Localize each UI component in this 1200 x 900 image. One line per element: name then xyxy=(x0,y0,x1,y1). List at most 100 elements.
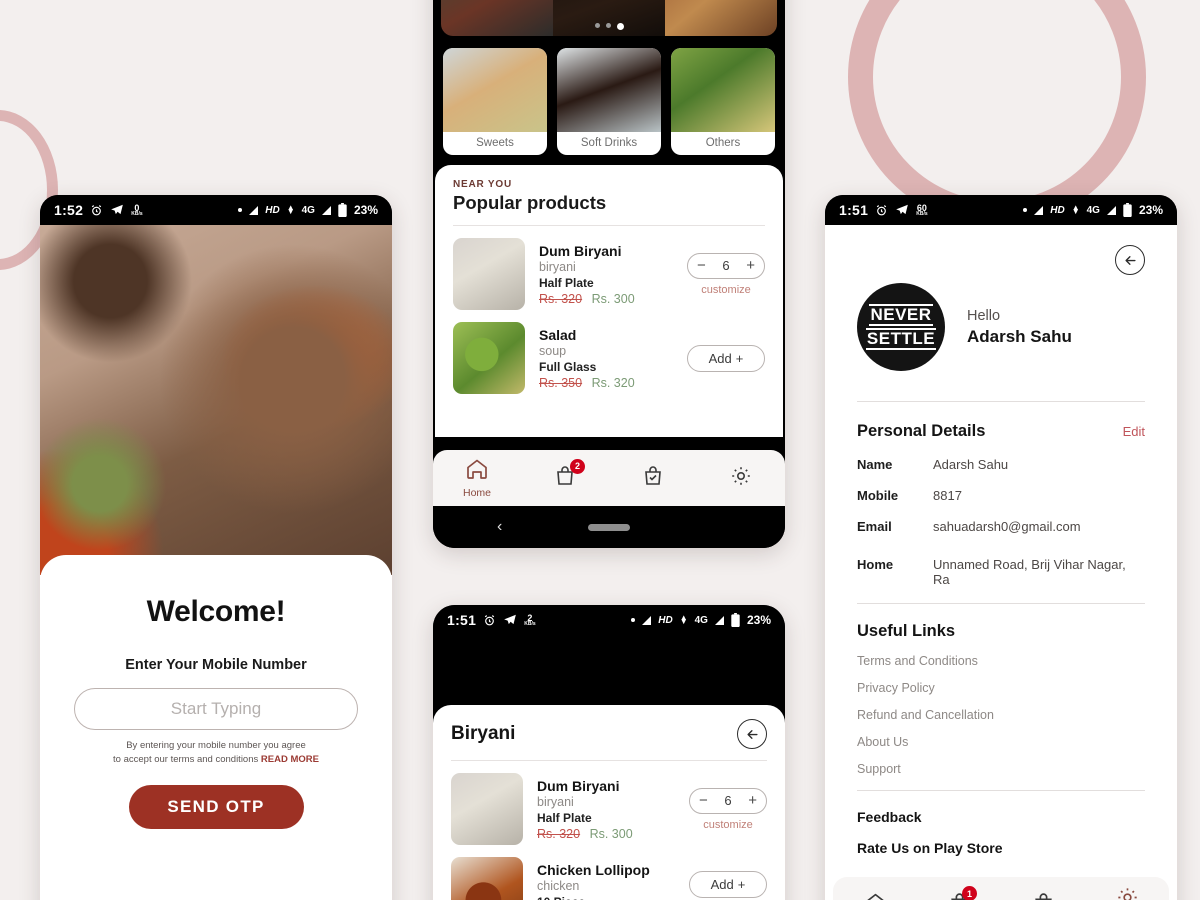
cart-badge: 1 xyxy=(962,886,977,900)
link-refund-and-cancellation[interactable]: Refund and Cancellation xyxy=(857,708,1145,722)
product-row[interactable]: Dum Biryani biryani Half Plate Rs. 320 R… xyxy=(453,226,765,310)
product-actions: − 6 + customize xyxy=(687,252,765,296)
decrement-button[interactable]: − xyxy=(699,792,708,809)
detail-key: Home xyxy=(857,557,894,572)
nav-item-settings[interactable]: Settings xyxy=(1085,885,1169,900)
carousel-dot[interactable] xyxy=(605,23,611,28)
signal-icon xyxy=(249,205,259,215)
detail-row: Email sahuadarsh0@gmail.com xyxy=(857,519,1145,534)
product-name: Salad xyxy=(539,326,577,343)
phone-mockup-biryani: 1:51 2 KB/s HD ▲ ▼ 4G 23% Biryani Dum Bi… xyxy=(433,605,785,900)
quantity-value: 6 xyxy=(722,258,730,273)
carousel-dots xyxy=(441,23,777,30)
read-more-link[interactable]: READ MORE xyxy=(261,754,319,765)
telegram-icon xyxy=(895,203,909,217)
product-prices: Rs. 350 Rs. 320 xyxy=(539,376,687,390)
rate-us-link[interactable]: Rate Us on Play Store xyxy=(857,840,1145,856)
feedback-link[interactable]: Feedback xyxy=(857,809,1145,825)
biryani-hero-image xyxy=(40,225,392,575)
data-transfer-icon: ▲ ▼ xyxy=(679,613,688,626)
others-image xyxy=(671,48,775,132)
page-title: Welcome! xyxy=(146,595,286,628)
signal-icon xyxy=(1034,205,1044,215)
back-arrow-icon[interactable] xyxy=(1115,245,1145,275)
battery-icon xyxy=(338,203,347,217)
carousel-slide[interactable] xyxy=(441,0,553,36)
nav-item-cart[interactable]: 1 xyxy=(917,886,1001,900)
nav-item-orders[interactable] xyxy=(609,464,697,493)
android-back-button[interactable]: ‹ xyxy=(497,518,502,536)
carousel-dot[interactable] xyxy=(594,23,600,28)
nav-item-orders[interactable] xyxy=(1001,891,1085,900)
back-arrow-icon[interactable] xyxy=(737,719,767,749)
telegram-icon xyxy=(503,613,517,627)
status-bar: 1:52 0 KB/s HD ▲ ▼ 4G 23% xyxy=(40,195,392,225)
product-row[interactable]: Chicken Lollipop chicken 10 Piece Rs. 18… xyxy=(451,845,767,900)
product-row[interactable]: Dum Biryani biryani Half Plate Rs. 320 R… xyxy=(451,761,767,845)
mobile-number-input[interactable] xyxy=(74,688,358,730)
section-title: Popular products xyxy=(453,192,607,213)
profile-header: NEVER SETTLE Hello Adarsh Sahu xyxy=(857,283,1145,371)
detail-row: Mobile 8817 xyxy=(857,488,1145,503)
product-info: Dum Biryani biryani Half Plate Rs. 320 R… xyxy=(523,778,689,841)
category-card-sweets[interactable]: Sweets xyxy=(443,48,547,155)
increment-button[interactable]: + xyxy=(748,792,757,809)
category-label: Others xyxy=(705,137,741,149)
increment-button[interactable]: + xyxy=(746,257,755,274)
link-about-us[interactable]: About Us xyxy=(857,735,1145,749)
nav-item-settings[interactable] xyxy=(697,464,785,493)
detail-key: Mobile xyxy=(857,488,899,503)
nav-item-home[interactable] xyxy=(833,891,917,900)
data-transfer-icon: ▲ ▼ xyxy=(1071,203,1080,216)
nav-item-home[interactable]: Home xyxy=(433,457,521,499)
decrement-button[interactable]: − xyxy=(697,257,706,274)
product-size: Half Plate xyxy=(537,810,592,825)
quantity-stepper[interactable]: − 6 + xyxy=(689,787,767,814)
orders-bag-check-icon xyxy=(641,464,665,493)
terms-line-2: to accept our terms and conditions xyxy=(113,753,259,765)
category-card-others[interactable]: Others xyxy=(671,48,775,155)
network-type-label: 4G xyxy=(1086,204,1100,216)
category-card-soft-drinks[interactable]: Soft Drinks xyxy=(557,48,661,155)
quantity-stepper[interactable]: − 6 + xyxy=(687,252,765,279)
link-support[interactable]: Support xyxy=(857,762,1145,776)
nav-item-cart[interactable]: 2 xyxy=(521,458,609,493)
android-home-pill[interactable] xyxy=(588,523,630,531)
product-size: Half Plate xyxy=(539,275,594,290)
product-category: chicken xyxy=(537,878,580,893)
detail-key: Email xyxy=(857,519,892,534)
phone-mockup-login: 1:52 0 KB/s HD ▲ ▼ 4G 23% Welcome! Enter… xyxy=(40,195,392,900)
product-category: biryani xyxy=(539,259,576,274)
battery-icon xyxy=(731,613,740,627)
detail-value: 8817 xyxy=(933,488,962,503)
carousel-slide[interactable] xyxy=(553,0,665,36)
telegram-icon xyxy=(110,203,124,217)
carousel-dot-active[interactable] xyxy=(616,23,624,30)
product-thumbnail xyxy=(451,857,523,900)
customize-link[interactable]: customize xyxy=(689,819,767,831)
hd-label: HD xyxy=(658,614,673,626)
signal-icon-2 xyxy=(321,205,331,215)
avatar[interactable]: NEVER SETTLE xyxy=(857,283,945,371)
home-icon xyxy=(465,457,489,486)
add-to-cart-button[interactable]: Add + xyxy=(689,871,767,898)
link-privacy-policy[interactable]: Privacy Policy xyxy=(857,681,1145,695)
edit-link[interactable]: Edit xyxy=(1123,424,1145,439)
send-otp-button[interactable]: SEND OTP xyxy=(128,784,304,829)
greeting-text: Hello xyxy=(967,307,1001,324)
product-name: Dum Biryani xyxy=(539,242,622,259)
product-row[interactable]: Salad soup Full Glass Rs. 350 Rs. 320 Ad… xyxy=(453,310,765,394)
notification-dot-icon xyxy=(238,208,243,212)
plus-icon: + xyxy=(737,877,746,892)
carousel-slide[interactable] xyxy=(665,0,777,36)
product-actions: Add + xyxy=(687,344,765,372)
quantity-value: 6 xyxy=(724,793,732,808)
add-to-cart-button[interactable]: Add + xyxy=(687,344,765,372)
promo-carousel[interactable] xyxy=(441,0,777,36)
link-terms-and-conditions[interactable]: Terms and Conditions xyxy=(857,654,1145,668)
detail-row: Name Adarsh Sahu xyxy=(857,457,1145,472)
product-prices: Rs. 320 Rs. 300 xyxy=(539,292,687,306)
customize-link[interactable]: customize xyxy=(687,284,765,296)
terms-line-1: By entering your mobile number you agree xyxy=(126,740,306,751)
product-prices: Rs. 320 Rs. 300 xyxy=(537,827,689,841)
